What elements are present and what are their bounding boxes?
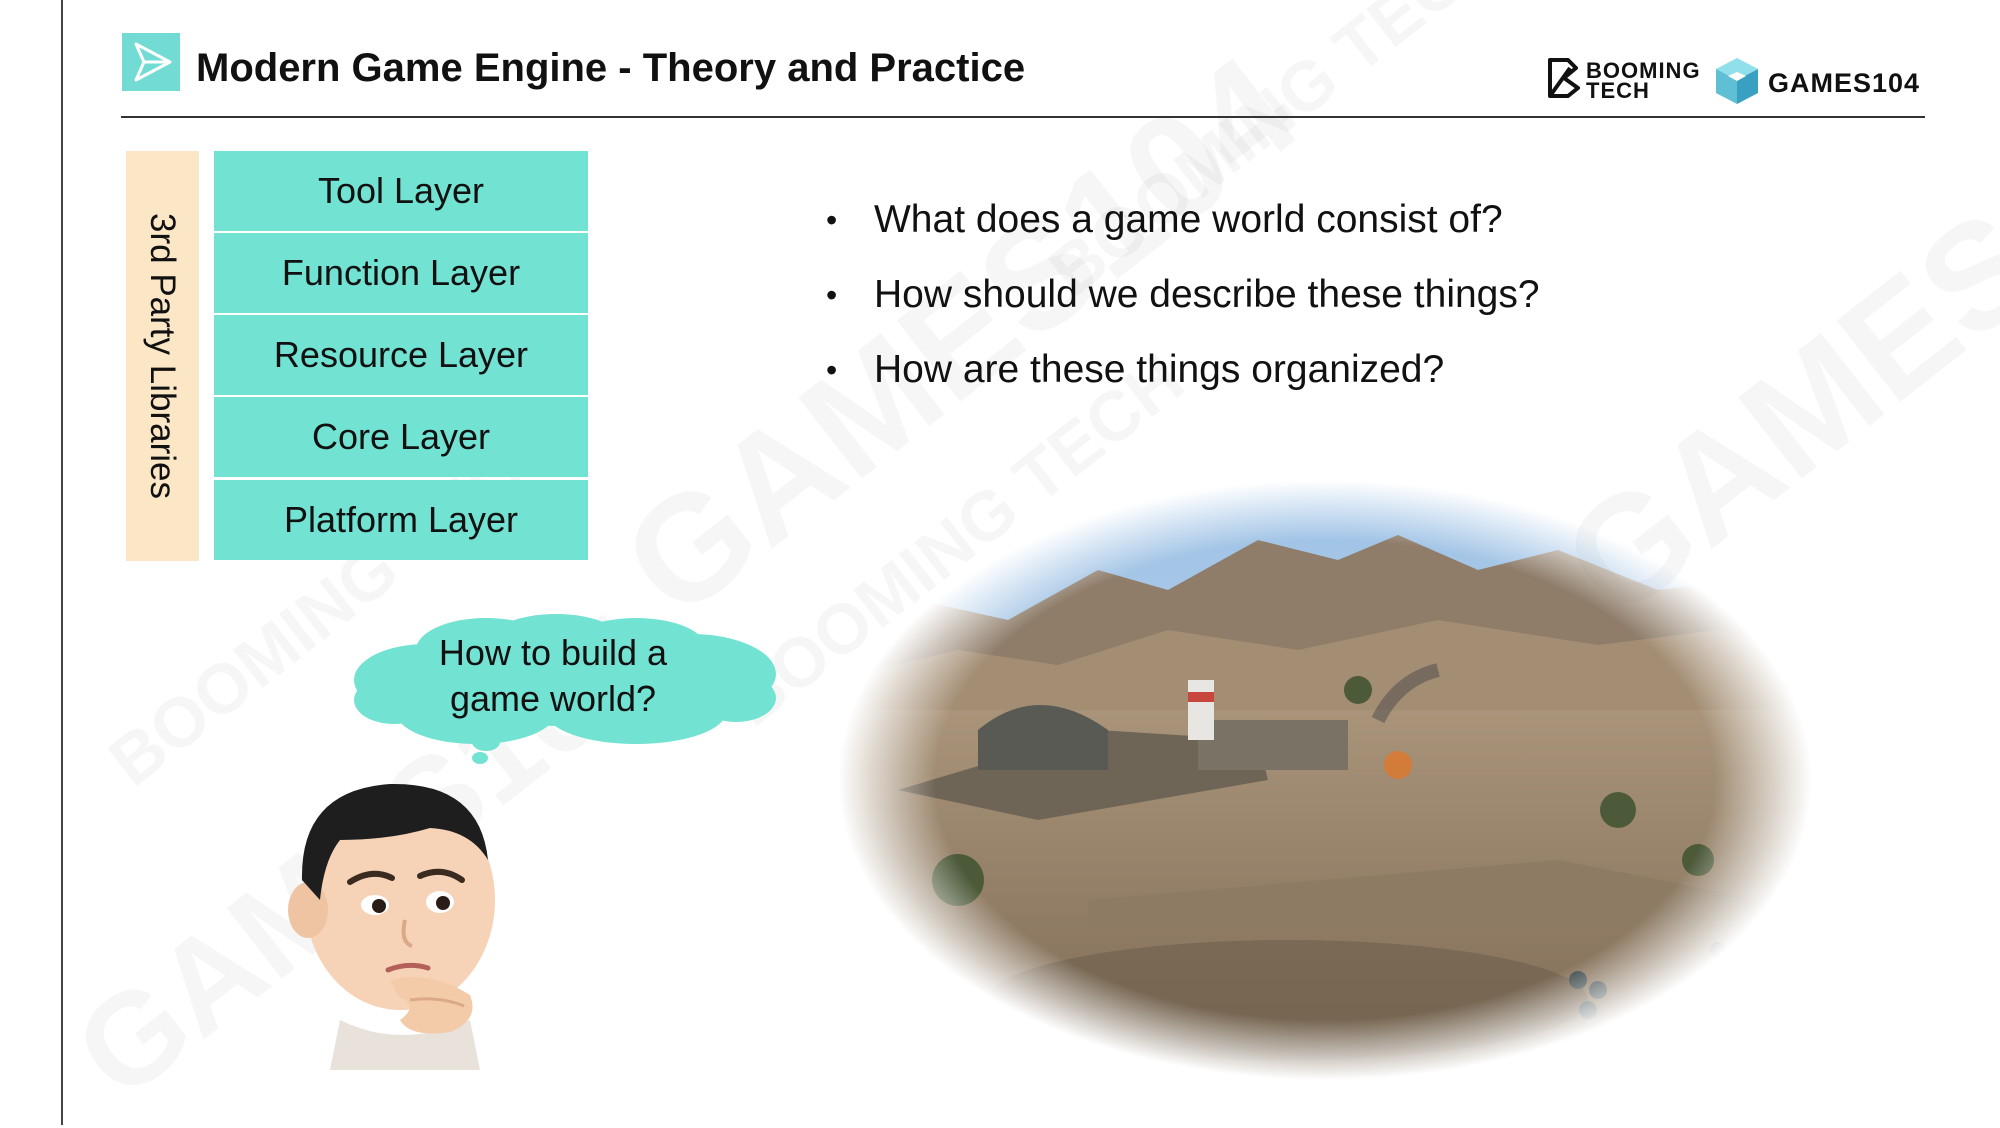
tool-layer: Tool Layer bbox=[214, 151, 588, 231]
thinking-avatar bbox=[288, 783, 495, 1070]
list-item: How should we describe these things? bbox=[826, 271, 1540, 319]
games104-cube-icon bbox=[1714, 56, 1760, 111]
function-layer: Function Layer bbox=[214, 233, 588, 313]
booming-tech-icon bbox=[1546, 56, 1582, 105]
platform-layer: Platform Layer bbox=[214, 480, 588, 560]
thought-line-2: game world? bbox=[449, 678, 657, 719]
games104-text: GAMES104 bbox=[1768, 68, 1921, 98]
left-margin-line bbox=[61, 0, 63, 1125]
question-list: What does a game world consist of? How s… bbox=[826, 196, 1540, 421]
third-party-libraries-label: 3rd Party Libraries bbox=[143, 213, 182, 499]
thought-bubble-text: How to build a game world? bbox=[346, 630, 760, 722]
page-title: Modern Game Engine - Theory and Practice bbox=[196, 46, 1026, 90]
games104-logo: GAMES104 bbox=[1714, 56, 1920, 111]
game-world-scene-image bbox=[838, 480, 1813, 1080]
list-item: What does a game world consist of? bbox=[826, 196, 1540, 244]
core-layer: Core Layer bbox=[214, 397, 588, 477]
course-logo-icon bbox=[122, 33, 180, 91]
header-divider bbox=[121, 116, 1925, 118]
resource-layer: Resource Layer bbox=[214, 315, 588, 395]
booming-tech-logo: BOOMING TECH bbox=[1546, 56, 1701, 105]
tech-text: TECH bbox=[1586, 77, 1650, 103]
thought-line-1: How to build a bbox=[438, 632, 668, 673]
list-item: How are these things organized? bbox=[826, 346, 1540, 394]
